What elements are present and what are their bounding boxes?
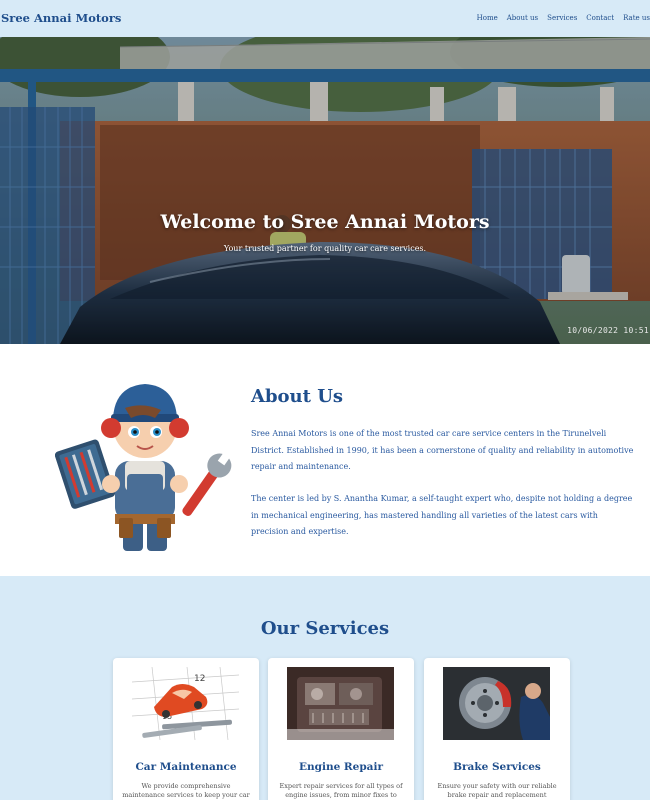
service-card-engine-repair[interactable]: Engine Repair Expert repair services for… — [268, 658, 414, 800]
about-title: About Us — [251, 386, 344, 407]
nav-contact[interactable]: Contact — [586, 14, 614, 22]
about-paragraph-1: Sree Annai Motors is one of the most tru… — [251, 429, 634, 471]
hero-subtitle: Your trusted partner for quality car car… — [223, 244, 427, 253]
car-maintenance-image: 12 15 — [132, 667, 239, 740]
main-nav: Home About us Services Contact Rate us — [468, 14, 650, 22]
about-section: About Us Sree Annai Motors is one of the… — [0, 344, 650, 576]
brake-services-image — [443, 667, 550, 740]
services-title: Our Services — [260, 618, 390, 639]
service-card-text: We provide comprehensive maintenance ser… — [122, 782, 250, 799]
photo-timestamp: 10/06/2022 10:51 — [567, 326, 649, 335]
service-card-car-maintenance[interactable]: 12 15 Car Maintenance We provide compreh… — [113, 658, 259, 800]
service-card-title: Brake Services — [453, 761, 541, 773]
service-card-text: Expert repair services for all types of … — [279, 782, 403, 799]
site-header: Sree Annai Motors Home About us Services… — [0, 0, 650, 37]
services-section: Our Services 12 15 Car Maintenance We pr… — [0, 576, 650, 800]
service-card-title: Engine Repair — [298, 761, 383, 773]
mechanic-illustration — [55, 384, 232, 551]
hero-garage-photo — [0, 37, 650, 344]
nav-rate-us[interactable]: Rate us — [623, 14, 650, 22]
brand-logo-text[interactable]: Sree Annai Motors — [1, 11, 121, 25]
hero-title: Welcome to Sree Annai Motors — [160, 211, 490, 233]
nav-services[interactable]: Services — [547, 14, 577, 22]
service-card-brake-services[interactable]: Brake Services Ensure your safety with o… — [424, 658, 570, 800]
nav-home[interactable]: Home — [477, 14, 498, 22]
nav-about-us[interactable]: About us — [507, 14, 538, 22]
about-paragraph-2: The center is led by S. Anantha Kumar, a… — [251, 494, 633, 536]
engine-repair-image — [287, 667, 394, 740]
service-card-title: Car Maintenance — [135, 761, 237, 773]
hero-banner: Welcome to Sree Annai Motors Your truste… — [0, 37, 650, 344]
svg-text:12: 12 — [194, 674, 205, 684]
service-card-text: Ensure your safety with our reliable bra… — [437, 782, 557, 799]
